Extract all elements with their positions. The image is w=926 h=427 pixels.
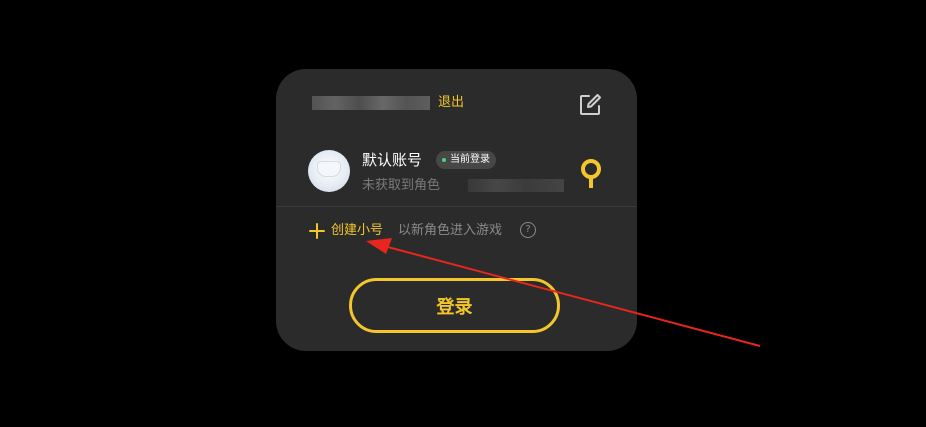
- create-hint-text: 以新角色进入游戏: [398, 223, 503, 238]
- badge-label: 当前登录: [450, 154, 490, 165]
- divider: [276, 206, 637, 207]
- account-role-status: 未获取到角色: [362, 178, 441, 193]
- login-button[interactable]: 登录: [349, 278, 560, 333]
- account-switch-card: 退出 默认账号 当前登录 未获取到角色 创建小号 以新角色进入游戏 ? 登录: [276, 69, 637, 351]
- create-sub-account-link[interactable]: 创建小号: [331, 222, 383, 239]
- card-header: 退出: [276, 69, 637, 139]
- current-login-badge: 当前登录: [436, 151, 496, 169]
- help-icon[interactable]: ?: [520, 222, 536, 238]
- logout-link[interactable]: 退出: [438, 95, 464, 111]
- key-icon[interactable]: [579, 159, 603, 189]
- edit-icon[interactable]: [578, 93, 602, 117]
- avatar-image: [318, 162, 340, 176]
- plus-icon[interactable]: [309, 223, 325, 239]
- account-row-default[interactable]: 默认账号 当前登录 未获取到角色: [276, 139, 637, 206]
- status-dot-icon: [442, 158, 446, 162]
- avatar: [308, 150, 350, 192]
- create-sub-account-row: 创建小号 以新角色进入游戏 ?: [276, 218, 637, 244]
- masked-account-id: [468, 179, 564, 192]
- masked-username: [312, 96, 430, 110]
- screen: 退出 默认账号 当前登录 未获取到角色 创建小号 以新角色进入游戏 ? 登录: [0, 0, 926, 427]
- account-name: 默认账号: [362, 151, 423, 169]
